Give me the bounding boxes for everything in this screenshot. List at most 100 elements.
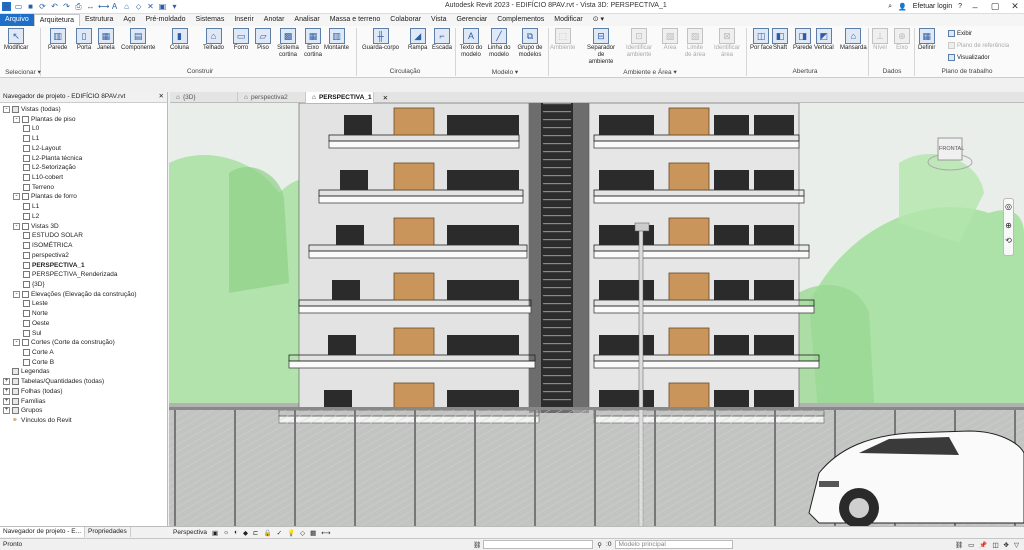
select-pinned-icon[interactable]: 📌 — [979, 541, 987, 549]
browser-folder-item[interactable]: + Grupos — [3, 406, 42, 415]
model-group-button[interactable]: ⧉ Grupo de modelos — [515, 28, 545, 59]
tab-6[interactable]: Inserir — [229, 14, 258, 26]
tab-10[interactable]: Colaborar — [385, 14, 426, 26]
text-icon[interactable]: A — [110, 2, 119, 11]
browser-folder-item[interactable]: - Plantas de piso — [13, 115, 75, 124]
model-text-button[interactable]: A Texto do modelo — [458, 28, 484, 59]
by-face-button[interactable]: ◫ Por face — [750, 28, 772, 52]
sun-path-icon[interactable]: ☼ — [223, 529, 229, 536]
customize-qat-icon[interactable]: ▾ — [170, 2, 179, 11]
select-links-icon[interactable]: ⛓ — [955, 541, 963, 549]
browser-view-item[interactable]: {3D} — [23, 280, 45, 289]
browser-folder-item[interactable]: - Vistas 3D — [13, 222, 59, 231]
tab-11[interactable]: Vista — [426, 14, 451, 26]
expand-icon[interactable]: + — [3, 407, 10, 415]
collapse-icon[interactable]: - — [3, 106, 10, 113]
navigation-bar[interactable]: ◎ ⊕ ⟲ — [1003, 198, 1014, 256]
tab-8[interactable]: Analisar — [289, 14, 324, 26]
area-button[interactable]: ▧ Área — [662, 28, 678, 52]
tab-1[interactable]: Arquitetura — [33, 14, 80, 26]
collapse-icon[interactable]: - — [13, 290, 20, 298]
set-workplane-button[interactable]: ▦ Definir — [918, 28, 935, 52]
browser-view-item[interactable]: L2-Planta técnica — [23, 154, 82, 163]
ref-plane-button[interactable]: Plano de referência — [948, 42, 1009, 49]
tab-3[interactable]: Aço — [118, 14, 140, 26]
collapse-icon[interactable]: - — [13, 193, 20, 201]
doc-tab[interactable]: ⌂ PERSPECTIVA_1 ✕ — [306, 92, 388, 103]
shaft-button[interactable]: ◧ Shaft — [772, 28, 788, 52]
zoom-icon[interactable]: ⊕ — [1004, 221, 1013, 230]
tag-area-button[interactable]: ⊠ Identificar área — [712, 28, 742, 59]
expand-icon[interactable]: + — [3, 397, 10, 405]
filter-icon[interactable]: ⚲ — [597, 541, 602, 549]
curtain-system-button[interactable]: ▩ Sistema cortina — [274, 28, 302, 59]
select-face-icon[interactable]: ◫ — [992, 541, 998, 549]
doc-tab[interactable]: ⌂ perspectiva2 — [238, 92, 306, 103]
browser-view-item[interactable]: Sul — [23, 329, 41, 338]
browser-view-item[interactable]: L0 — [23, 124, 39, 133]
browser-view-item[interactable]: PERSPECTIVA_Renderizada — [23, 270, 118, 279]
panel-ambiente-area[interactable]: Ambiente e Área ▾ — [615, 68, 685, 76]
3d-viewport[interactable]: FRONTAL ◎ ⊕ ⟲ — [169, 103, 1024, 526]
analytical-icon[interactable]: ◇ — [300, 529, 305, 537]
browser-folder-item[interactable]: Legendas — [3, 367, 50, 376]
browser-folder-item[interactable]: + Tabelas/Quantidades (todas) — [3, 377, 104, 386]
browser-view-item[interactable]: PERSPECTIVA_1 — [23, 261, 85, 270]
sync-icon[interactable]: ⟳ — [38, 2, 47, 11]
drag-icon[interactable]: ✥ — [1004, 541, 1009, 549]
tab-properties[interactable]: Propriedades — [85, 527, 131, 537]
railing-button[interactable]: ╫ Guarda-corpo — [362, 28, 399, 52]
contextual-tab-icon[interactable]: ⊙ ▾ — [588, 14, 609, 26]
view-cube[interactable]: FRONTAL — [927, 132, 973, 172]
design-option-dropdown[interactable]: Modelo principal — [615, 540, 734, 549]
modify-button[interactable]: ↖ Modificar — [4, 28, 28, 52]
room-separator-button[interactable]: ⊟ Separador de ambiente — [585, 28, 617, 66]
browser-view-item[interactable]: L1 — [23, 202, 39, 211]
tag-room-button[interactable]: ⊡ Identificar ambiente — [624, 28, 654, 59]
ceiling-button[interactable]: ▭ Forro — [233, 28, 249, 52]
browser-view-item[interactable]: Oeste — [23, 319, 49, 328]
column-button[interactable]: ▮ Coluna — [170, 28, 189, 52]
browser-view-item[interactable]: L2 — [23, 212, 39, 221]
browser-view-item[interactable]: Terreno — [23, 183, 54, 192]
minimize-button[interactable]: – — [968, 2, 982, 12]
roof-button[interactable]: ⌂ Telhado — [203, 28, 224, 52]
filter-select-icon[interactable]: ▽ — [1014, 541, 1019, 549]
browser-folder-item[interactable]: - Elevações (Elevação da construção) — [13, 290, 137, 299]
close-button[interactable]: ✕ — [1008, 1, 1022, 12]
revit-logo-icon[interactable]: R — [2, 2, 11, 11]
crop-icon[interactable]: ⊏ — [253, 529, 258, 537]
area-boundary-button[interactable]: ▨ Limite de área — [684, 28, 706, 59]
tab-5[interactable]: Sistemas — [191, 14, 230, 26]
dormer-button[interactable]: ⌂ Mansarda — [840, 28, 867, 52]
room-button[interactable]: ⬚ Ambiente — [550, 28, 575, 52]
worksharing-icon[interactable]: ⛓ — [473, 541, 481, 549]
close-icon[interactable]: ✕ — [159, 92, 164, 102]
browser-folder-item[interactable]: - Vistas (todas) — [3, 105, 61, 114]
browser-view-item[interactable]: Norte — [23, 309, 48, 318]
browser-folder-item[interactable]: + Folhas (todas) — [3, 387, 63, 396]
ramp-button[interactable]: ◢ Rampa — [408, 28, 427, 52]
show-workplane-button[interactable]: Exibir — [948, 30, 972, 37]
steering-wheel-icon[interactable]: ◎ — [1004, 202, 1013, 211]
tab-13[interactable]: Complementos — [492, 14, 549, 26]
level-button[interactable]: ⊥ Nível — [872, 28, 888, 52]
browser-folder-item[interactable]: - Plantas de forro — [13, 192, 77, 201]
shadows-icon[interactable]: ◐ — [234, 529, 238, 536]
help-icon[interactable]: ? — [958, 3, 962, 10]
browser-view-item[interactable]: L10-cobert — [23, 173, 63, 182]
tab-12[interactable]: Gerenciar — [451, 14, 492, 26]
measure-icon[interactable]: ↔ — [86, 2, 95, 11]
save-icon[interactable]: ■ — [26, 2, 35, 11]
browser-view-item[interactable]: Corte A — [23, 348, 54, 357]
browser-view-item[interactable]: Leste — [23, 299, 48, 308]
stair-button[interactable]: ⌐ Escada — [432, 28, 452, 52]
browser-folder-item[interactable]: ⚭ Vínculos do Revit — [3, 416, 72, 425]
mullion-button[interactable]: ▥ Montante — [324, 28, 349, 52]
component-button[interactable]: ▤ Componente — [121, 28, 155, 52]
tab-2[interactable]: Estrutura — [80, 14, 118, 26]
login-link[interactable]: Efetuar login — [913, 3, 952, 10]
browser-view-item[interactable]: L1 — [23, 134, 39, 143]
undo-icon[interactable]: ↶ — [50, 2, 59, 11]
expand-icon[interactable]: + — [3, 387, 10, 395]
